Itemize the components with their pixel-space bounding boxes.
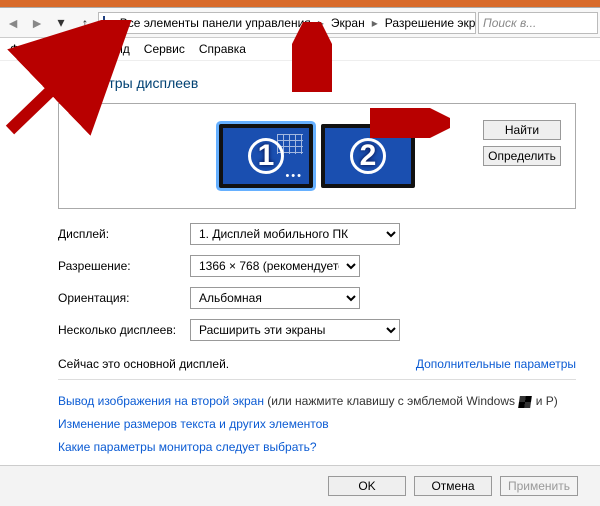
cancel-button[interactable]: Отмена [414,476,492,496]
menubar: Файл Правка Вид Сервис Справка [0,38,600,61]
menu-view[interactable]: Вид [108,42,130,56]
primary-display-message: Сейчас это основной дисплей. [58,357,416,371]
forward-button: ► [26,12,48,34]
display-arrangement: 1 ••• 2 Найти Определить [58,103,576,209]
breadcrumb-sep-icon: ▸ [315,16,327,30]
breadcrumb[interactable]: « Все элементы панели управления ▸ Экран… [98,12,476,34]
breadcrumb-resolution[interactable]: Разрешение экрана [385,16,476,30]
menu-help[interactable]: Справка [199,42,246,56]
project-hint-a: (или нажмите клавишу с эмблемой Windows [264,394,518,408]
navbar: ◄ ► ▾ ↑ « Все элементы панели управления… [0,8,600,38]
menu-edit[interactable]: Правка [54,42,95,56]
monitor-number: 2 [350,138,386,174]
monitor-grid-icon [277,134,303,154]
breadcrumb-all-items[interactable]: Все элементы панели управления [120,16,311,30]
multi-display-label: Несколько дисплеев: [58,323,190,337]
breadcrumb-display[interactable]: Экран [331,16,365,30]
bottom-button-bar: OK Отмена Применить [0,465,600,506]
project-hint-b: и P) [532,394,557,408]
multi-display-select[interactable]: Расширить эти экраны [190,319,400,341]
display-select[interactable]: 1. Дисплей мобильного ПК [190,223,400,245]
monitor-dots-icon: ••• [285,170,303,182]
breadcrumb-sep-icon: ▸ [369,16,381,30]
windows-logo-icon [519,396,533,408]
project-second-screen-link[interactable]: Вывод изображения на второй экран [58,394,264,408]
identify-button[interactable]: Определить [483,146,561,166]
monitor-2[interactable]: 2 [321,124,415,188]
up-button[interactable]: ↑ [74,12,96,34]
orientation-label: Ориентация: [58,291,190,305]
advanced-settings-link[interactable]: Дополнительные параметры [416,357,576,371]
breadcrumb-prefix: « [109,16,116,30]
resolution-select[interactable]: 1366 × 768 (рекомендуется) [190,255,360,277]
display-label: Дисплей: [58,227,190,241]
page-title: Параметры дисплеев [58,75,576,91]
orientation-select[interactable]: Альбомная [190,287,360,309]
ok-button[interactable]: OK [328,476,406,496]
menu-service[interactable]: Сервис [144,42,185,56]
back-button: ◄ [2,12,24,34]
control-panel-icon [103,16,105,30]
titlebar: Разрешение экрана [0,0,600,8]
search-input[interactable]: Поиск в... [478,12,598,34]
text-size-link[interactable]: Изменение размеров текста и других элеме… [58,413,576,436]
content-area: Параметры дисплеев 1 ••• 2 Найти Определ… [0,61,600,468]
which-settings-link[interactable]: Какие параметры монитора следует выбрать… [58,436,576,459]
menu-file[interactable]: Файл [10,42,40,56]
monitor-1[interactable]: 1 ••• [219,124,313,188]
history-dropdown[interactable]: ▾ [50,12,72,34]
find-button[interactable]: Найти [483,120,561,140]
apply-button: Применить [500,476,578,496]
resolution-label: Разрешение: [58,259,190,273]
search-placeholder: Поиск в... [483,16,536,30]
